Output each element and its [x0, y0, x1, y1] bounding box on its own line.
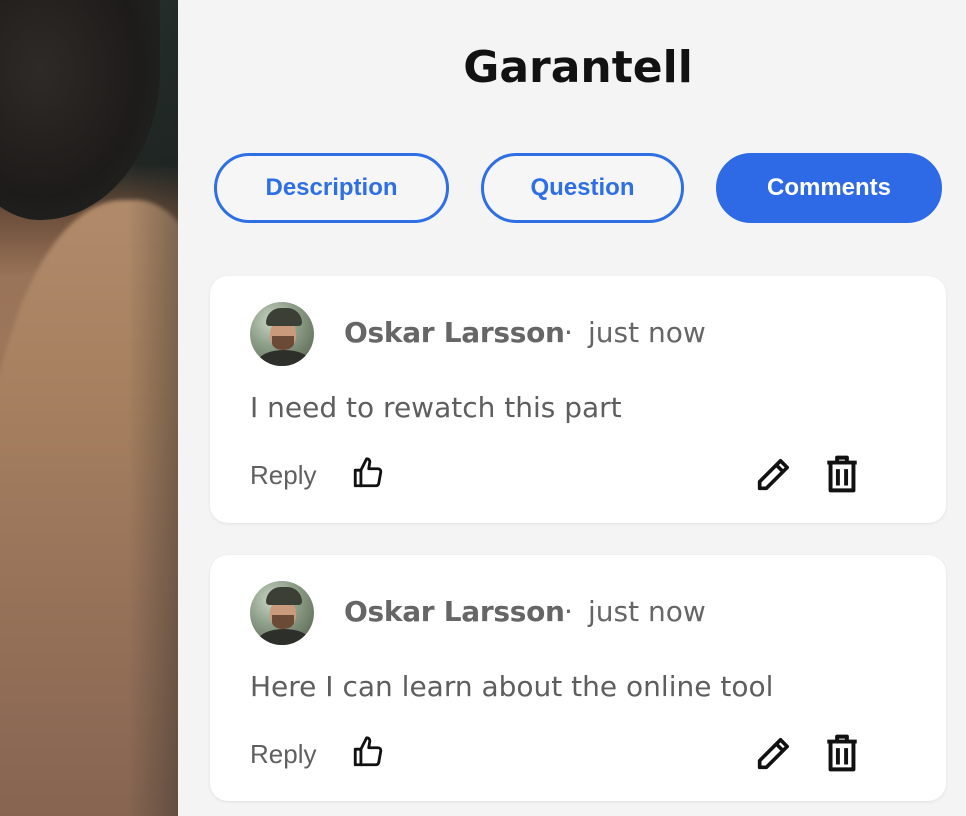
comment-card: Oskar Larsson · just now I need to rewat… [210, 276, 946, 523]
pencil-icon[interactable] [753, 734, 793, 774]
reply-button[interactable]: Reply [250, 739, 316, 770]
tab-comments[interactable]: Comments [716, 153, 942, 223]
reply-button[interactable]: Reply [250, 460, 316, 491]
avatar[interactable] [250, 581, 314, 645]
page-title: Garantell [463, 42, 693, 93]
comment-text: I need to rewatch this part [250, 391, 622, 424]
separator-dot: · [564, 595, 573, 628]
comment-time: just now [588, 595, 706, 628]
background-photo [0, 0, 178, 816]
trash-icon[interactable] [824, 733, 860, 773]
trash-icon[interactable] [824, 454, 860, 494]
pencil-icon[interactable] [753, 455, 793, 495]
thumbs-up-icon[interactable] [351, 456, 385, 490]
tab-question[interactable]: Question [481, 153, 684, 223]
tab-description[interactable]: Description [214, 153, 449, 223]
comment-author: Oskar Larsson [344, 316, 565, 349]
comment-time: just now [588, 316, 706, 349]
separator-dot: · [564, 316, 573, 349]
comment-card: Oskar Larsson · just now Here I can lear… [210, 555, 946, 801]
thumbs-up-icon[interactable] [351, 735, 385, 769]
photo-shade [128, 0, 178, 816]
comment-text: Here I can learn about the online tool [250, 670, 774, 703]
avatar[interactable] [250, 302, 314, 366]
comments-panel: Garantell Description Question Comments … [178, 0, 966, 816]
comment-author: Oskar Larsson [344, 595, 565, 628]
